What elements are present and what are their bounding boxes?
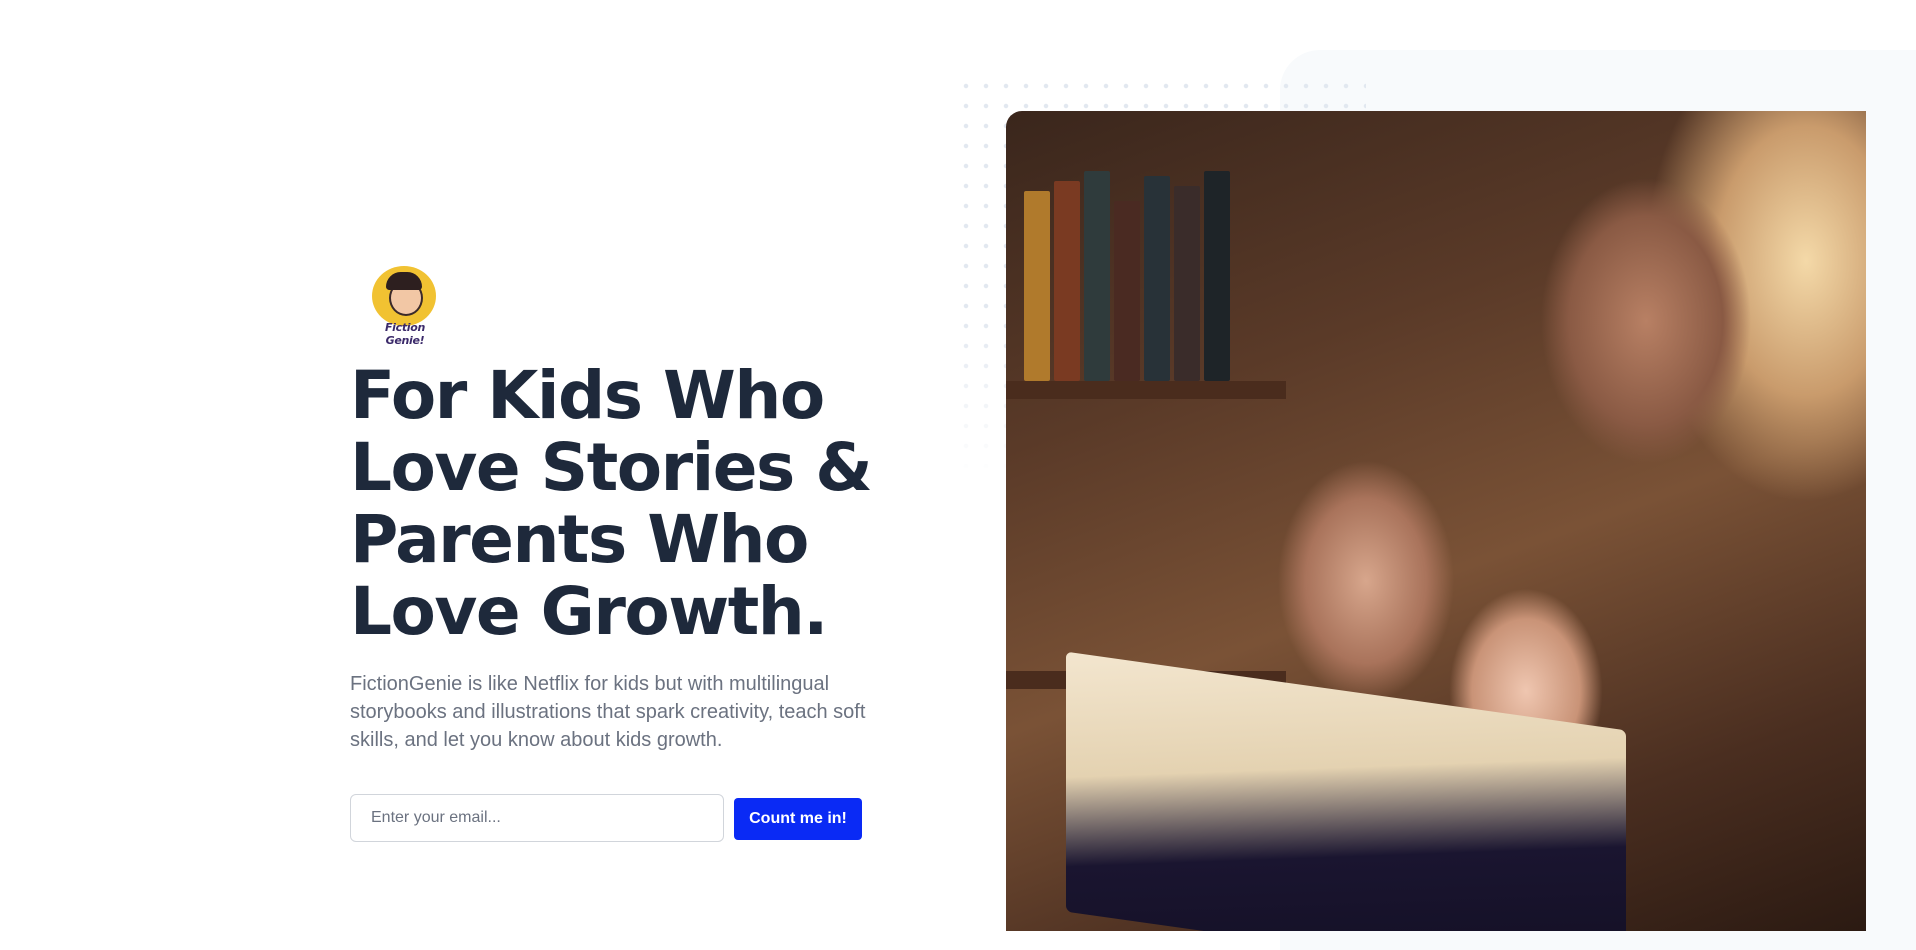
logo-text: Fiction Genie! [384, 321, 426, 347]
headline-line: For Kids Who [350, 357, 825, 434]
count-me-in-button[interactable]: Count me in! [734, 798, 862, 840]
hero-illustration [1006, 111, 1866, 931]
hero-headline: For Kids Who Love Stories & Parents Who … [350, 360, 910, 648]
bookshelf-board [1006, 381, 1286, 399]
email-input[interactable] [350, 794, 724, 842]
bookshelf-books [1016, 151, 1286, 381]
fiction-genie-logo[interactable]: Fiction Genie! [366, 266, 444, 347]
headline-line: Parents Who [350, 501, 809, 578]
logo-character-hair [386, 272, 422, 290]
open-book [1066, 651, 1626, 931]
hero-description: FictionGenie is like Netflix for kids bu… [350, 673, 866, 751]
headline-line: Love Stories & [350, 429, 873, 506]
headline-line: Love Growth. [350, 573, 828, 650]
